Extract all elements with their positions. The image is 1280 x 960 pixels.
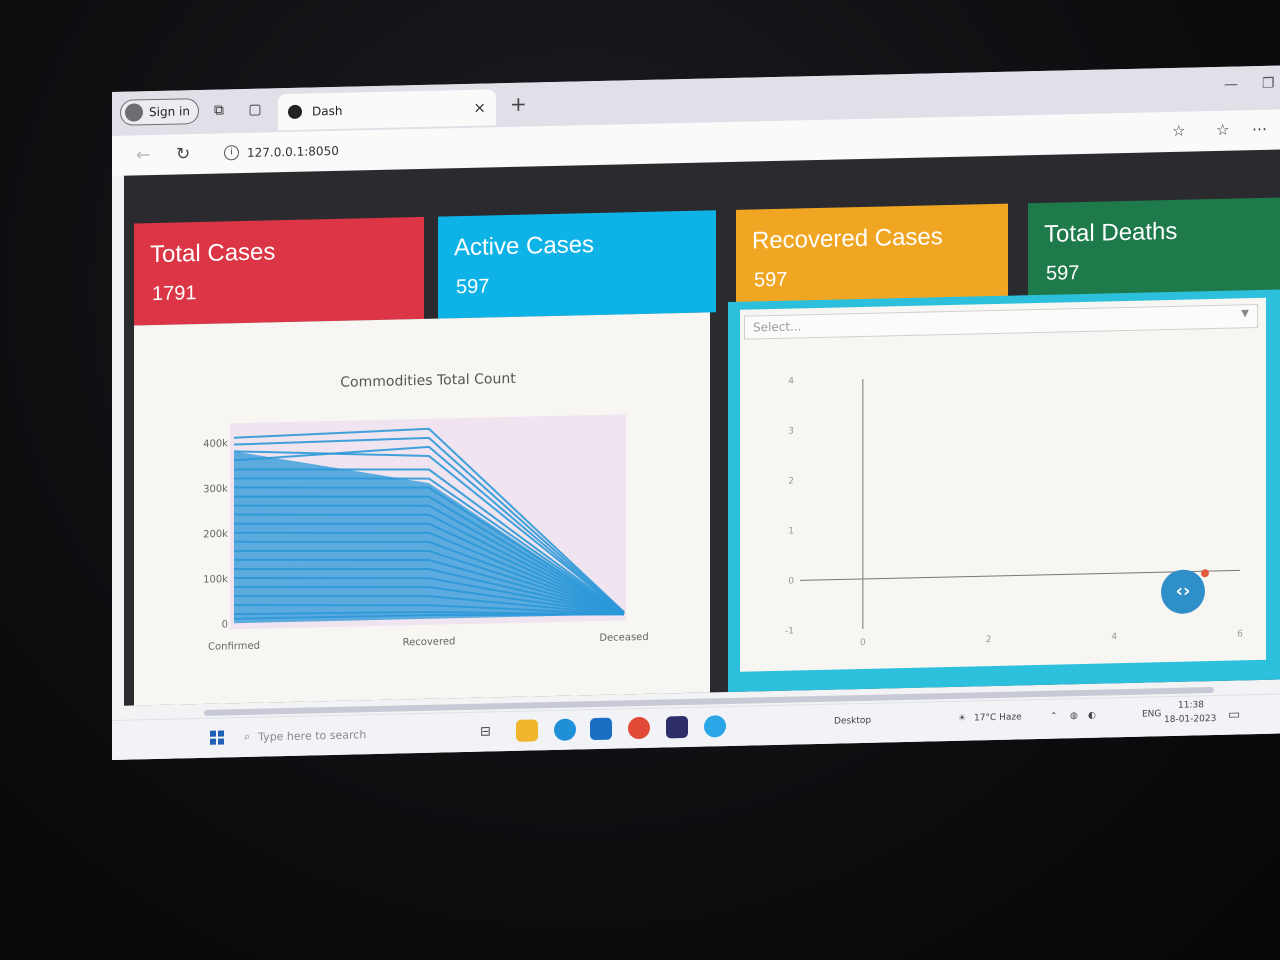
empty-chart[interactable]: 4 3 2 1 0 -1 0 2 4 6 — [740, 330, 1266, 672]
card-value: 597 — [456, 275, 490, 299]
card-value: 597 — [754, 268, 788, 292]
edge-icon[interactable] — [554, 718, 576, 741]
collections-icon[interactable]: ⧉ — [210, 101, 228, 119]
dash-favicon-icon — [288, 104, 302, 120]
x-tick-label: Deceased — [599, 632, 648, 644]
x-tick-label: Confirmed — [208, 641, 260, 653]
y-tick-label: 0 — [788, 577, 794, 587]
volume-icon[interactable]: ◐ — [1088, 711, 1096, 721]
right-chart-inner: Select... ▼ 4 3 2 1 0 -1 0 2 4 6 — [740, 297, 1266, 672]
y-tick-label: 0 — [222, 619, 228, 630]
info-icon[interactable]: i — [224, 145, 239, 161]
x-tick-label: 6 — [1237, 629, 1243, 639]
file-explorer-icon[interactable] — [516, 719, 538, 742]
edge-dev-icon[interactable] — [704, 715, 726, 738]
y-tick-label: 2 — [788, 477, 794, 487]
x-tick-label: 2 — [986, 635, 992, 645]
tab-actions-icon[interactable]: ▢ — [246, 101, 264, 119]
y-tick-label: 200k — [203, 529, 228, 541]
sign-in-button[interactable]: Sign in — [120, 98, 199, 126]
python-ide-icon[interactable] — [666, 715, 688, 739]
card-value: 1791 — [152, 282, 197, 306]
notification-icon[interactable]: ▭ — [1228, 707, 1240, 722]
search-icon: ⌕ — [244, 729, 251, 744]
new-tab-icon[interactable]: + — [510, 92, 527, 116]
dash-page: Total Cases 1791 Active Cases 597 Recove… — [124, 149, 1280, 706]
y-tick-label: 3 — [788, 427, 794, 437]
restore-icon[interactable]: ❐ — [1262, 76, 1275, 92]
favorites-icon[interactable]: ☆ — [1216, 121, 1229, 139]
card-total-deaths: Total Deaths 597 — [1028, 197, 1280, 306]
commodities-chart-panel: Commodities Total Count 400k 300k 200k 100k… — [134, 312, 710, 706]
favorite-star-icon[interactable]: ☆ — [1172, 122, 1185, 140]
chart-title: Commodities Total Count — [340, 371, 516, 391]
taskbar-search[interactable]: ⌕ Type here to search — [244, 727, 366, 744]
url-text: 127.0.0.1:8050 — [247, 143, 339, 160]
weather-icon[interactable]: ☀ — [958, 714, 966, 724]
card-title: Total Cases — [150, 238, 276, 269]
windows-start-icon[interactable] — [210, 730, 224, 745]
minimize-icon[interactable]: — — [1224, 76, 1238, 92]
close-tab-icon[interactable]: × — [473, 99, 486, 117]
x-tick-label: 0 — [860, 638, 866, 648]
y-tick-label: 400k — [203, 438, 228, 450]
chevron-down-icon[interactable]: ▼ — [1241, 308, 1249, 319]
x-tick-label: 4 — [1111, 632, 1117, 642]
weather-text[interactable]: 17°C Haze — [974, 712, 1022, 723]
outlook-icon[interactable] — [590, 717, 612, 741]
back-arrow-icon[interactable]: ← — [136, 145, 150, 165]
card-active-cases: Active Cases 597 — [438, 210, 716, 319]
select-placeholder: Select... — [753, 319, 802, 335]
chrome-icon[interactable] — [628, 716, 650, 740]
language-indicator[interactable]: ENG — [1142, 709, 1161, 719]
screen: Sign in ⧉ ▢ Dash × + — ❐ ← ↻ i 127.0.0.1… — [112, 65, 1280, 760]
y-tick-label: 4 — [788, 377, 794, 387]
network-icon[interactable]: ◍ — [1070, 711, 1078, 721]
commodities-chart[interactable]: Commodities Total Count 400k 300k 200k 100k… — [134, 312, 710, 705]
card-title: Recovered Cases — [752, 223, 943, 255]
tray-chevron-icon[interactable]: ⌃ — [1050, 712, 1058, 722]
y-tick-label: 100k — [203, 574, 228, 586]
tab-dash[interactable]: Dash × — [278, 89, 496, 131]
refresh-icon[interactable]: ↻ — [176, 144, 190, 164]
task-view-icon[interactable]: ⊟ — [480, 724, 491, 739]
x-tick-label: Recovered — [403, 636, 456, 648]
clock-time[interactable]: 11:38 — [1178, 700, 1204, 711]
desktop-label[interactable]: Desktop — [834, 716, 871, 727]
search-placeholder: Type here to search — [258, 727, 367, 744]
clock-date[interactable]: 18-01-2023 — [1164, 714, 1216, 725]
tab-title: Dash — [312, 103, 343, 119]
y-tick-label: 1 — [788, 527, 794, 537]
more-options-icon[interactable]: ⋯ — [1252, 120, 1267, 138]
profile-icon — [125, 103, 143, 122]
y-tick-label: -1 — [785, 627, 794, 637]
right-chart-panel: Select... ▼ 4 3 2 1 0 -1 0 2 4 6 — [728, 289, 1280, 693]
card-total-cases: Total Cases 1791 — [134, 216, 424, 326]
card-value: 597 — [1046, 262, 1080, 285]
y-tick-label: 300k — [203, 484, 228, 496]
card-title: Total Deaths — [1044, 217, 1178, 248]
card-title: Active Cases — [454, 231, 595, 262]
sign-in-label: Sign in — [149, 104, 190, 120]
url-field[interactable]: i 127.0.0.1:8050 — [224, 143, 339, 161]
